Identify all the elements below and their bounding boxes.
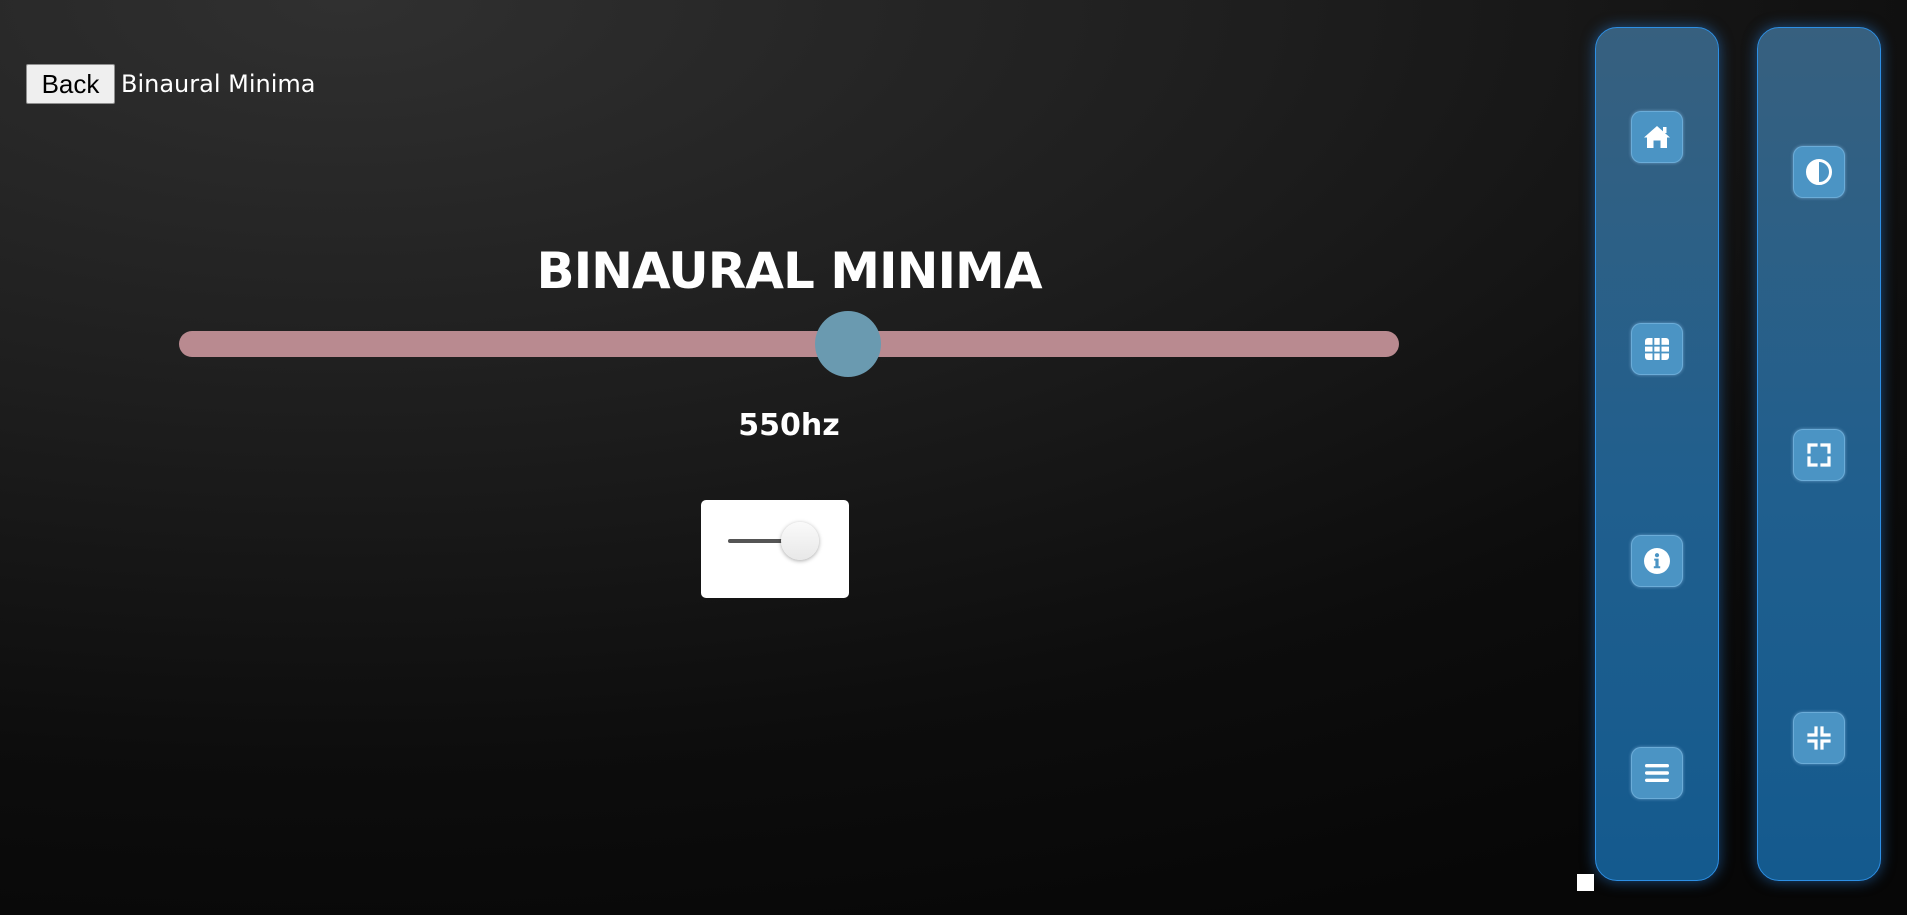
menu-button[interactable] bbox=[1631, 747, 1683, 799]
frequency-slider-thumb[interactable] bbox=[814, 311, 881, 377]
exit-fullscreen-button[interactable] bbox=[1793, 712, 1845, 764]
stop-square-icon[interactable] bbox=[1577, 874, 1594, 891]
home-icon bbox=[1644, 126, 1670, 148]
back-button[interactable]: Back bbox=[26, 64, 115, 104]
frequency-slider[interactable] bbox=[179, 311, 1399, 377]
home-button[interactable] bbox=[1631, 111, 1683, 163]
page-title: BINAURAL MINIMA bbox=[536, 242, 1042, 300]
grid-icon bbox=[1645, 338, 1669, 360]
frequency-readout: 550hz bbox=[738, 408, 840, 443]
contrast-icon bbox=[1806, 159, 1832, 185]
fullscreen-icon bbox=[1807, 443, 1831, 467]
toggle-card bbox=[701, 500, 849, 598]
sidebar-navigation bbox=[1595, 27, 1719, 881]
grid-button[interactable] bbox=[1631, 323, 1683, 375]
menu-icon bbox=[1645, 764, 1669, 782]
fullscreen-button[interactable] bbox=[1793, 429, 1845, 481]
page-header-title: Binaural Minima bbox=[121, 70, 316, 98]
info-button[interactable] bbox=[1631, 535, 1683, 587]
sidebar-display-controls bbox=[1757, 27, 1881, 881]
contrast-button[interactable] bbox=[1793, 146, 1845, 198]
toggle-switch-knob[interactable] bbox=[781, 522, 819, 560]
exit-fullscreen-icon bbox=[1807, 726, 1831, 750]
info-icon bbox=[1644, 548, 1670, 574]
